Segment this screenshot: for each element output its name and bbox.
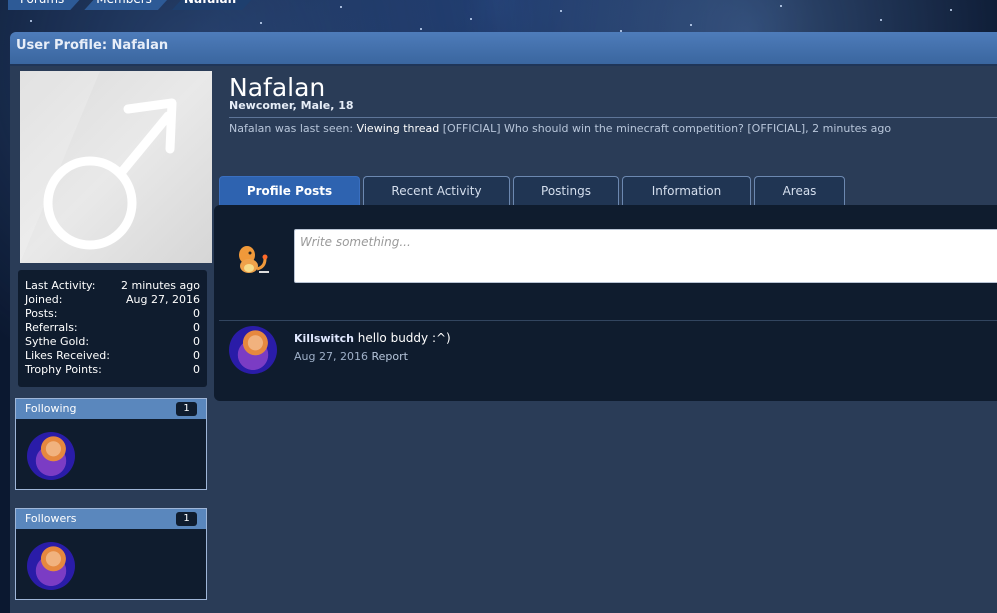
stat-row: Joined: Aug 27, 2016	[25, 293, 200, 307]
profile-posts-content: Write something... Killswitch hello budd…	[214, 205, 997, 401]
stat-row: Posts: 0	[25, 307, 200, 321]
page-title: User Profile: Nafalan	[10, 32, 997, 66]
member-stats: Last Activity: 2 minutes ago Joined: Aug 2…	[18, 270, 207, 387]
charmander-avatar-icon	[239, 246, 269, 273]
stat-value: 0	[193, 335, 200, 348]
tab-information[interactable]: Information	[622, 176, 751, 206]
profile-panel: User Profile: Nafalan Last Activity: 2 mi…	[10, 32, 997, 613]
following-count-badge: 1	[176, 402, 197, 416]
stat-label: Trophy Points:	[25, 363, 102, 376]
male-symbol-icon	[20, 71, 177, 263]
stat-label: Last Activity:	[25, 279, 96, 292]
profile-username: Nafalan	[229, 73, 326, 102]
post-date[interactable]: Aug 27, 2016	[294, 350, 368, 363]
last-seen-activity: Viewing thread	[356, 122, 440, 135]
stat-row: Likes Received: 0	[25, 349, 200, 363]
header-divider	[229, 117, 997, 118]
last-seen-thread-link[interactable]: [OFFICIAL] Who should win the minecraft …	[443, 122, 805, 135]
breadcrumb: Forums Members Nafalan	[8, 0, 256, 10]
stat-label: Sythe Gold:	[25, 335, 90, 348]
last-seen-time: , 2 minutes ago	[805, 122, 892, 135]
own-avatar	[229, 233, 273, 277]
following-user-avatar[interactable]	[27, 432, 75, 480]
status-input[interactable]: Write something...	[294, 229, 997, 283]
report-link[interactable]: Report	[371, 350, 407, 363]
followers-block: Followers 1	[15, 508, 207, 600]
stat-row: Trophy Points: 0	[25, 363, 200, 377]
stat-value: 2 minutes ago	[121, 279, 200, 292]
followers-header[interactable]: Followers 1	[16, 509, 206, 529]
content-divider	[219, 320, 997, 321]
stat-row: Sythe Gold: 0	[25, 335, 200, 349]
tab-recent-activity[interactable]: Recent Activity	[363, 176, 510, 206]
profile-post: Killswitch hello buddy :^)	[294, 331, 451, 345]
breadcrumb-members[interactable]: Members	[84, 0, 168, 10]
breadcrumb-forums[interactable]: Forums	[8, 0, 80, 10]
stat-value: 0	[193, 349, 200, 362]
breadcrumb-current[interactable]: Nafalan	[172, 0, 252, 10]
post-author-link[interactable]: Killswitch	[294, 332, 354, 345]
profile-avatar[interactable]	[20, 71, 212, 263]
last-seen-text: Nafalan was last seen: Viewing thread [O…	[229, 122, 891, 135]
stat-value: Aug 27, 2016	[126, 293, 200, 306]
following-header[interactable]: Following 1	[16, 399, 206, 419]
stat-label: Joined:	[25, 293, 63, 306]
post-meta: Aug 27, 2016 Report	[294, 350, 408, 363]
tab-areas[interactable]: Areas	[754, 176, 845, 206]
stat-value: 0	[193, 321, 200, 334]
followers-title: Followers	[25, 512, 77, 525]
post-message: hello buddy :^)	[357, 331, 451, 345]
follower-user-avatar[interactable]	[27, 542, 75, 590]
followers-count-badge: 1	[176, 512, 197, 526]
last-seen-prefix: Nafalan was last seen:	[229, 122, 354, 135]
stat-value[interactable]: 0	[193, 307, 200, 321]
stat-label: Posts:	[25, 307, 58, 320]
profile-tabs: Profile Posts Recent Activity Postings I…	[219, 176, 848, 206]
stat-value[interactable]: 0	[193, 363, 200, 377]
profile-user-title: Newcomer, Male, 18	[229, 99, 354, 112]
post-author-avatar[interactable]	[229, 326, 277, 374]
stat-label: Referrals:	[25, 321, 78, 334]
stat-row: Last Activity: 2 minutes ago	[25, 279, 200, 293]
tab-profile-posts[interactable]: Profile Posts	[219, 176, 360, 206]
tab-postings[interactable]: Postings	[513, 176, 619, 206]
stat-row: Referrals: 0	[25, 321, 200, 335]
following-title: Following	[25, 402, 77, 415]
following-block: Following 1	[15, 398, 207, 490]
stat-label: Likes Received:	[25, 349, 110, 362]
